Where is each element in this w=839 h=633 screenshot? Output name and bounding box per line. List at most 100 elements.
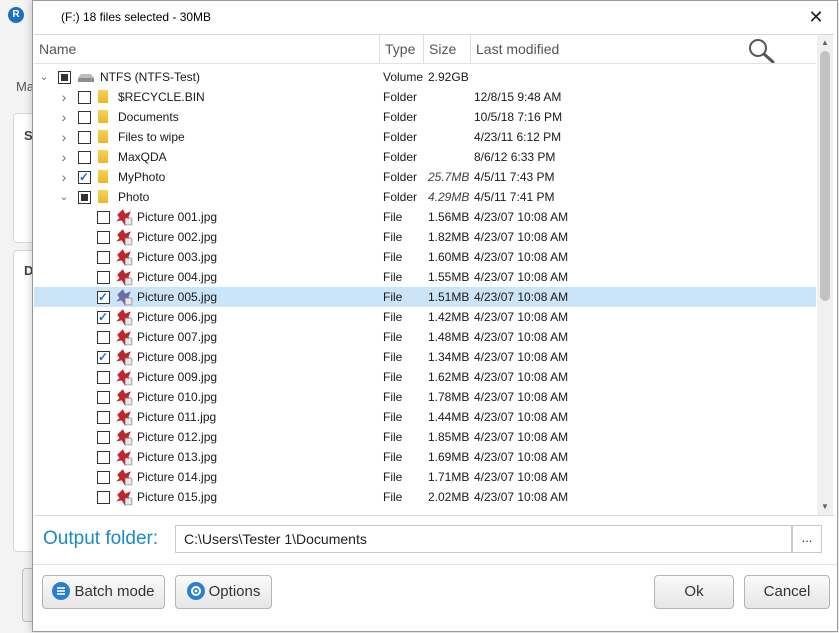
- row-type: Folder: [383, 130, 418, 144]
- row-checkbox[interactable]: [97, 231, 110, 244]
- row-checkbox[interactable]: [97, 391, 110, 404]
- row-size: 1.62MB: [428, 370, 470, 384]
- chevron-right-icon[interactable]: ›: [58, 167, 70, 187]
- close-button[interactable]: ✕: [801, 5, 831, 29]
- tree-row[interactable]: Picture 005.jpg File 1.51MB 4/23/07 10:08 A…: [34, 287, 816, 307]
- options-button[interactable]: Options: [175, 575, 272, 609]
- batch-mode-button[interactable]: Batch mode: [42, 575, 165, 609]
- row-last-modified: 10/5/18 7:16 PM: [474, 110, 563, 124]
- app-logo-icon: R: [8, 7, 24, 23]
- row-size: 1.48MB: [428, 330, 470, 344]
- row-checkbox[interactable]: [97, 471, 110, 484]
- row-checkbox[interactable]: [58, 71, 71, 84]
- row-last-modified: 4/23/07 10:08 AM: [474, 350, 569, 364]
- row-size: 1.55MB: [428, 270, 470, 284]
- row-checkbox[interactable]: [78, 151, 91, 164]
- tree-row[interactable]: Picture 002.jpg File 1.82MB 4/23/07 10:08 A…: [34, 227, 816, 247]
- row-checkbox[interactable]: [97, 491, 110, 504]
- folder-icon: [98, 190, 108, 203]
- row-checkbox[interactable]: [78, 91, 91, 104]
- tree-row[interactable]: Picture 013.jpg File 1.69MB 4/23/07 10:08 A…: [34, 447, 816, 467]
- column-header-type[interactable]: Type: [380, 35, 424, 63]
- row-checkbox[interactable]: [97, 347, 110, 367]
- row-checkbox[interactable]: [97, 307, 110, 327]
- row-type: Folder: [383, 170, 418, 184]
- chevron-down-icon[interactable]: ⌄: [38, 67, 50, 87]
- column-header-size[interactable]: Size: [424, 35, 471, 63]
- row-checkbox[interactable]: [97, 411, 110, 424]
- row-last-modified: 4/23/07 10:08 AM: [474, 390, 569, 404]
- row-type: File: [383, 290, 403, 304]
- tree-row[interactable]: Picture 011.jpg File 1.44MB 4/23/07 10:08 A…: [34, 407, 816, 427]
- scroll-down-arrow-icon[interactable]: ▼: [817, 499, 833, 515]
- row-last-modified: 4/23/07 10:08 AM: [474, 330, 569, 344]
- magnifier-icon[interactable]: [744, 37, 778, 63]
- folder-icon: [98, 90, 108, 103]
- row-size: 25.7MB: [428, 170, 470, 184]
- tree-row[interactable]: › MyPhoto Folder 25.7MB 4/5/11 7:43 PM: [34, 167, 816, 187]
- tree-row[interactable]: Picture 015.jpg File 2.02MB 4/23/07 10:08 A…: [34, 487, 816, 507]
- tree-row[interactable]: Picture 010.jpg File 1.78MB 4/23/07 10:08 A…: [34, 387, 816, 407]
- ok-button[interactable]: Ok: [654, 575, 734, 609]
- cancel-button[interactable]: Cancel: [744, 575, 830, 609]
- row-checkbox[interactable]: [97, 271, 110, 284]
- row-type: Folder: [383, 90, 418, 104]
- row-checkbox[interactable]: [97, 211, 110, 224]
- folder-icon: [98, 150, 108, 163]
- vertical-scrollbar[interactable]: ▲ ▼: [817, 35, 833, 515]
- tree-row[interactable]: Picture 008.jpg File 1.34MB 4/23/07 10:08 A…: [34, 347, 816, 367]
- tree-row[interactable]: Picture 014.jpg File 1.71MB 4/23/07 10:08 A…: [34, 467, 816, 487]
- image-file-icon: [116, 249, 133, 266]
- file-tree-view: Name Type Size Last modified ⌄ NTFS (NTFS…: [34, 34, 834, 516]
- tree-row[interactable]: › $RECYCLE.BIN Folder 12/8/15 9:48 AM: [34, 87, 816, 107]
- tree-row[interactable]: Picture 012.jpg File 1.85MB 4/23/07 10:08 A…: [34, 427, 816, 447]
- row-checkbox[interactable]: [97, 431, 110, 444]
- row-size: 1.56MB: [428, 210, 470, 224]
- chevron-right-icon[interactable]: ›: [58, 87, 70, 107]
- row-checkbox[interactable]: [97, 371, 110, 384]
- row-checkbox[interactable]: [97, 331, 110, 344]
- chevron-right-icon[interactable]: ›: [58, 147, 70, 167]
- row-type: File: [383, 330, 403, 344]
- browse-button[interactable]: ...: [792, 525, 822, 553]
- tree-row[interactable]: Picture 009.jpg File 1.62MB 4/23/07 10:08 A…: [34, 367, 816, 387]
- scrollbar-thumb[interactable]: [820, 51, 830, 301]
- output-folder-input[interactable]: C:\Users\Tester 1\Documents: [175, 525, 792, 553]
- row-last-modified: 4/23/11 6:12 PM: [474, 130, 562, 144]
- scroll-up-arrow-icon[interactable]: ▲: [817, 35, 833, 51]
- row-checkbox[interactable]: [78, 167, 91, 187]
- chevron-right-icon[interactable]: ›: [58, 107, 70, 127]
- chevron-right-icon[interactable]: ›: [58, 127, 70, 147]
- file-selection-dialog: (F:) 18 files selected - 30MB ✕ Name Typ…: [32, 0, 838, 632]
- row-checkbox[interactable]: [78, 191, 91, 204]
- row-checkbox[interactable]: [78, 131, 91, 144]
- row-type: File: [383, 210, 403, 224]
- image-file-icon: [116, 469, 133, 486]
- image-file-icon: [116, 369, 133, 386]
- row-checkbox[interactable]: [97, 251, 110, 264]
- row-name: MaxQDA: [118, 150, 167, 164]
- tree-row[interactable]: › MaxQDA Folder 8/6/12 6:33 PM: [34, 147, 816, 167]
- tree-row[interactable]: Picture 007.jpg File 1.48MB 4/23/07 10:08 A…: [34, 327, 816, 347]
- row-last-modified: 4/23/07 10:08 AM: [474, 370, 569, 384]
- folder-icon: [98, 130, 108, 143]
- tree-row[interactable]: › Files to wipe Folder 4/23/11 6:12 PM: [34, 127, 816, 147]
- row-type: Folder: [383, 150, 418, 164]
- tree-row[interactable]: › Documents Folder 10/5/18 7:16 PM: [34, 107, 816, 127]
- drive-icon: [78, 74, 94, 82]
- row-type: File: [383, 450, 403, 464]
- row-checkbox[interactable]: [97, 451, 110, 464]
- tree-row[interactable]: ⌄ NTFS (NTFS-Test) Volume 2.92GB: [34, 67, 816, 87]
- row-name: Picture 015.jpg: [137, 490, 218, 504]
- tree-row[interactable]: ⌄ Photo Folder 4.29MB 4/5/11 7:41 PM: [34, 187, 816, 207]
- tree-row[interactable]: Picture 003.jpg File 1.60MB 4/23/07 10:08 A…: [34, 247, 816, 267]
- chevron-down-icon[interactable]: ⌄: [58, 187, 70, 207]
- row-checkbox[interactable]: [97, 287, 110, 307]
- row-checkbox[interactable]: [78, 111, 91, 124]
- row-name: Photo: [118, 190, 150, 204]
- tree-row[interactable]: Picture 001.jpg File 1.56MB 4/23/07 10:08 A…: [34, 207, 816, 227]
- tree-row[interactable]: Picture 004.jpg File 1.55MB 4/23/07 10:08 A…: [34, 267, 816, 287]
- tree-row[interactable]: Picture 006.jpg File 1.42MB 4/23/07 10:08 A…: [34, 307, 816, 327]
- image-file-icon: [116, 349, 133, 366]
- column-header-name[interactable]: Name: [34, 35, 380, 63]
